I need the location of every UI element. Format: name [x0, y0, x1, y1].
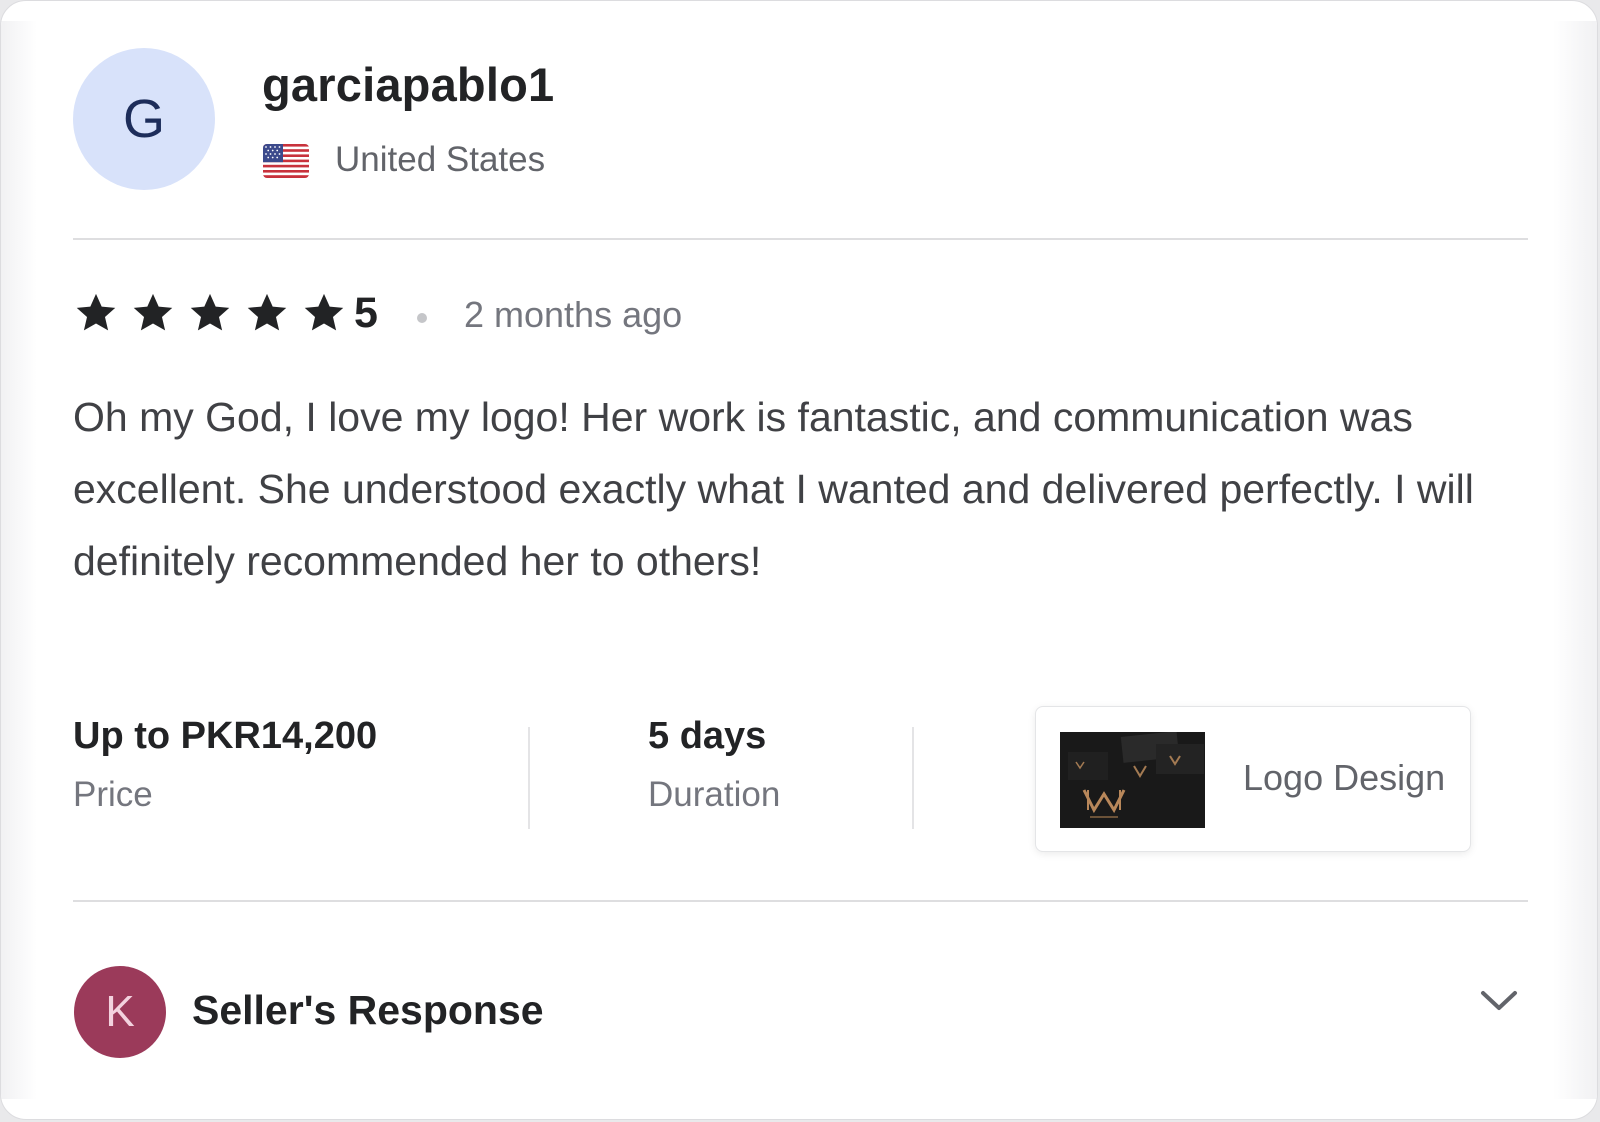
- seller-avatar: K: [74, 966, 166, 1058]
- separator-dot: [417, 313, 427, 323]
- seller-response-title[interactable]: Seller's Response: [192, 987, 544, 1034]
- chevron-down-icon[interactable]: [1477, 983, 1521, 1017]
- header-divider: [73, 238, 1528, 240]
- stats-separator: [912, 727, 914, 829]
- card-edge-shade-left: [1, 21, 37, 1099]
- stats-separator: [528, 727, 530, 829]
- star-icon: [190, 293, 230, 331]
- service-thumbnail: [1060, 732, 1205, 828]
- price-label: Price: [73, 775, 153, 814]
- service-card[interactable]: Logo Design: [1035, 706, 1471, 852]
- service-name[interactable]: Logo Design: [1243, 757, 1445, 799]
- duration-value: 5 days: [648, 715, 767, 757]
- reviewer-country: United States: [335, 140, 546, 179]
- star-rating: [73, 291, 347, 335]
- review-time-ago: 2 months ago: [464, 294, 683, 335]
- star-icon: [76, 293, 116, 331]
- star-icon: [133, 293, 173, 331]
- star-icon: [247, 293, 287, 331]
- star-icon: [304, 293, 344, 331]
- reviewer-avatar[interactable]: G: [73, 48, 215, 190]
- price-value: Up to PKR14,200: [73, 715, 378, 757]
- review-card: G garciapablo1 United States 5 2 months …: [0, 0, 1598, 1120]
- duration-label: Duration: [648, 775, 781, 814]
- us-flag-icon: [263, 144, 309, 178]
- review-text: Oh my God, I love my logo! Her work is f…: [73, 394, 1474, 584]
- card-edge-shade-right: [1553, 21, 1597, 1099]
- response-divider: [73, 900, 1528, 902]
- rating-value: 5: [354, 289, 378, 337]
- reviewer-username[interactable]: garciapablo1: [262, 57, 554, 112]
